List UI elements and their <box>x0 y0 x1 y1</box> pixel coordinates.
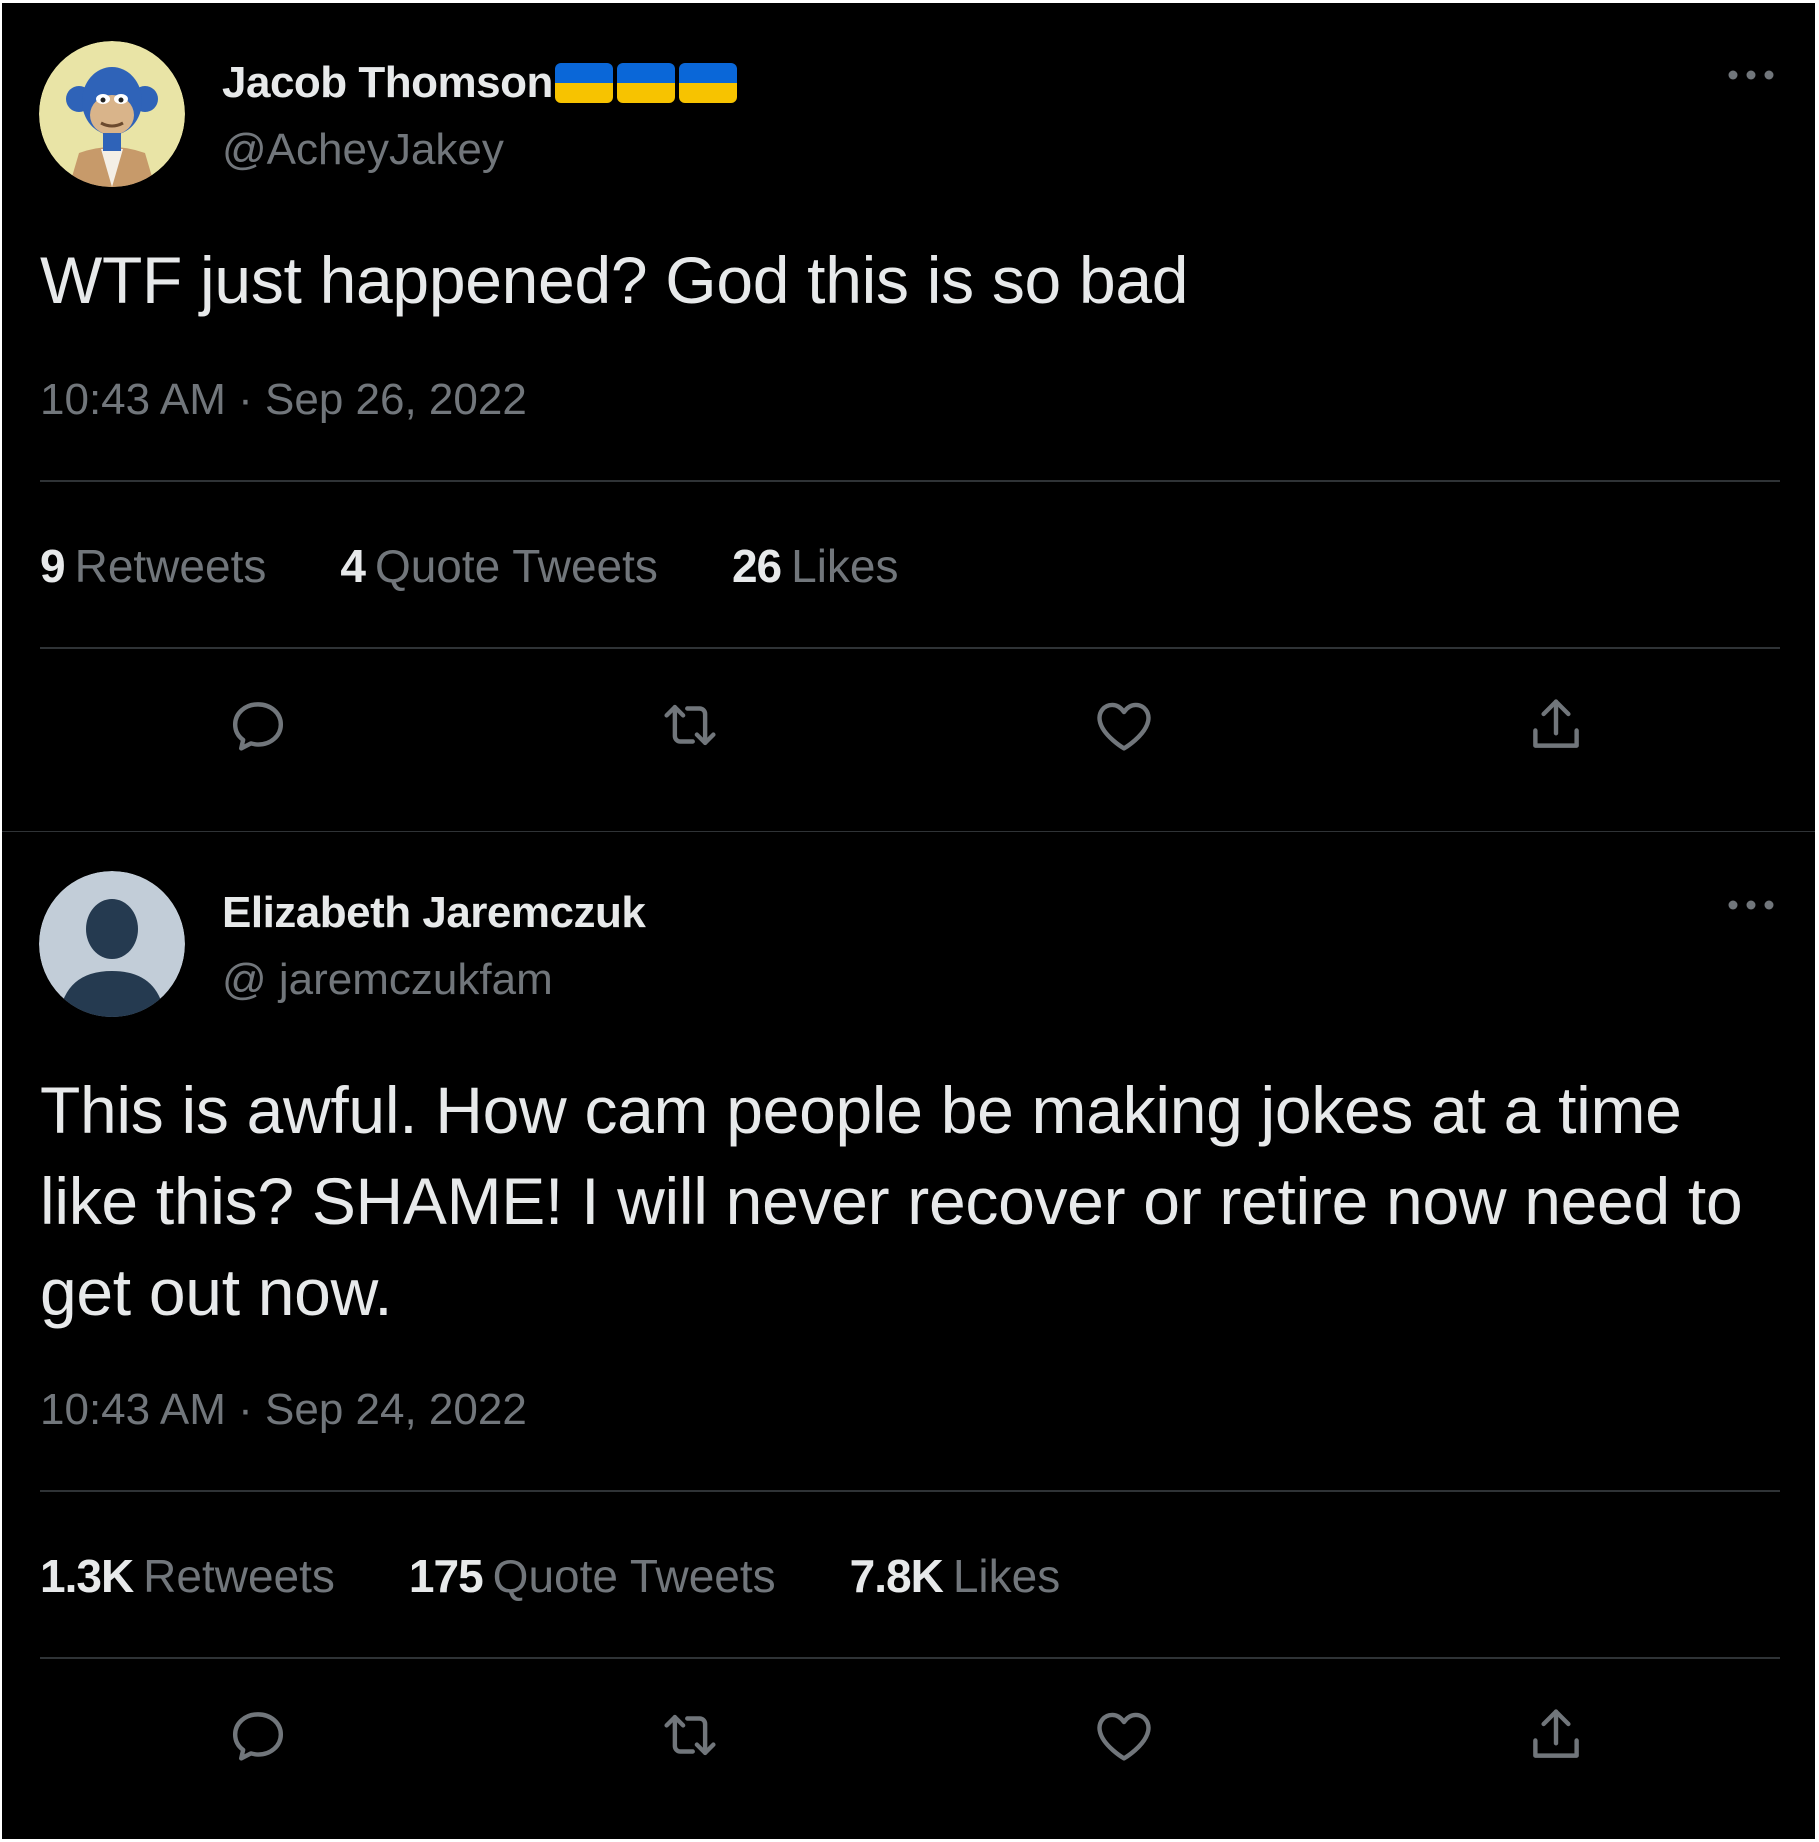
likes-label: Likes <box>952 1550 1061 1602</box>
tweet-screenshot-frame: Jacob Thomson @AcheyJakey WTF just happe… <box>2 3 1815 1839</box>
author-name[interactable]: Elizabeth Jaremczuk <box>222 888 646 938</box>
divider <box>40 1490 1780 1492</box>
quote-tweets-count: 4 <box>340 540 366 592</box>
author-handle[interactable]: @AcheyJakey <box>222 125 504 175</box>
like-icon[interactable] <box>1084 685 1164 765</box>
tweet-stats: 1.3K Retweets 175 Quote Tweets 7.8K Like… <box>40 1549 1134 1603</box>
likes-stat[interactable]: 7.8K Likes <box>850 1549 1061 1603</box>
retweets-stat[interactable]: 9 Retweets <box>40 539 266 593</box>
avatar[interactable] <box>39 41 185 187</box>
tweet-timestamp[interactable]: 10:43 AM · Sep 26, 2022 <box>40 375 527 425</box>
tweet-card: Jacob Thomson @AcheyJakey WTF just happe… <box>2 3 1815 832</box>
retweet-icon[interactable] <box>650 1695 730 1775</box>
default-profile-icon <box>39 871 185 1017</box>
share-icon[interactable] <box>1516 1695 1596 1775</box>
retweets-label: Retweets <box>74 540 267 592</box>
share-icon[interactable] <box>1516 685 1596 765</box>
more-options-icon[interactable] <box>1721 885 1781 925</box>
divider <box>40 480 1780 482</box>
tweet-timestamp[interactable]: 10:43 AM · Sep 24, 2022 <box>40 1385 527 1435</box>
tweet-card: Elizabeth Jaremczuk @ jaremczukfam This … <box>2 833 1815 1839</box>
author-name[interactable]: Jacob Thomson <box>222 58 553 108</box>
reply-icon[interactable] <box>218 1695 298 1775</box>
author-name-row: Jacob Thomson <box>222 56 741 110</box>
ukraine-flag-icon <box>554 63 613 103</box>
author-handle[interactable]: @ jaremczukfam <box>222 955 553 1005</box>
avatar[interactable] <box>39 871 185 1017</box>
like-icon[interactable] <box>1084 1695 1164 1775</box>
ape-avatar-icon <box>39 41 185 187</box>
retweet-icon[interactable] <box>650 685 730 765</box>
tweet-actions <box>2 685 1815 765</box>
ukraine-flag-icon <box>678 63 737 103</box>
quote-tweets-count: 175 <box>408 1550 484 1602</box>
likes-label: Likes <box>791 540 899 592</box>
likes-stat[interactable]: 26 Likes <box>732 539 899 593</box>
divider <box>40 647 1780 649</box>
divider <box>40 1657 1780 1659</box>
more-options-icon[interactable] <box>1721 55 1781 95</box>
tweet-stats: 9 Retweets 4 Quote Tweets 26 Likes <box>40 539 973 593</box>
quote-tweets-label: Quote Tweets <box>492 1550 776 1602</box>
quote-tweets-stat[interactable]: 175 Quote Tweets <box>409 1549 776 1603</box>
quote-tweets-stat[interactable]: 4 Quote Tweets <box>340 539 658 593</box>
retweets-count: 9 <box>40 540 66 592</box>
retweets-label: Retweets <box>143 1550 335 1602</box>
likes-count: 7.8K <box>849 1550 944 1602</box>
name-emoji-group <box>554 63 741 103</box>
retweets-count: 1.3K <box>40 1550 134 1602</box>
tweet-text: WTF just happened? God this is so bad <box>40 243 1189 317</box>
quote-tweets-label: Quote Tweets <box>374 540 658 592</box>
tweet-actions <box>2 1695 1815 1775</box>
tweet-text: This is awful. How cam people be making … <box>40 1073 1743 1329</box>
reply-icon[interactable] <box>218 685 298 765</box>
likes-count: 26 <box>731 540 782 592</box>
ukraine-flag-icon <box>616 63 675 103</box>
author-name-row: Elizabeth Jaremczuk <box>222 886 646 940</box>
retweets-stat[interactable]: 1.3K Retweets <box>40 1549 335 1603</box>
